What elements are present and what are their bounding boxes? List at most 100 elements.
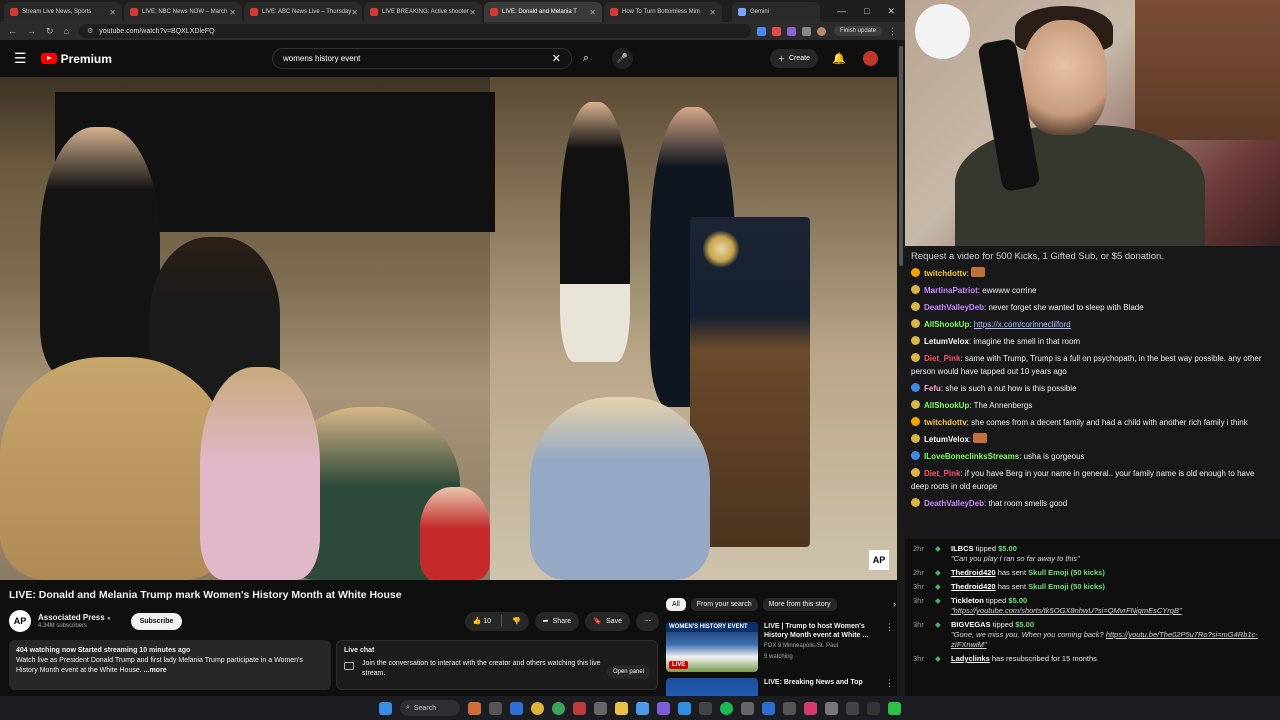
browser-menu-icon[interactable]: ⋮ (888, 26, 897, 37)
extension-icon[interactable] (801, 26, 811, 36)
more-link[interactable]: ...more (144, 667, 167, 674)
recommendation-title[interactable]: LIVE | Trump to host Women's History Mon… (764, 622, 885, 640)
close-tab-icon[interactable]: ✕ (229, 8, 236, 17)
channel-avatar[interactable]: AP (9, 610, 31, 632)
site-info-icon[interactable]: ⚙ (87, 27, 93, 35)
channel-name[interactable]: Associated Press ● (38, 613, 111, 622)
event-user[interactable]: BIGVEGAS (951, 620, 991, 629)
recommendation-thumbnail[interactable] (666, 678, 758, 696)
chat-username[interactable]: twitchdottv (924, 269, 967, 278)
event-user[interactable]: Thedroid420 (951, 582, 996, 591)
back-icon[interactable]: ← (8, 26, 17, 36)
app-icon[interactable] (636, 701, 649, 715)
browser-tab[interactable]: Stream Live News, Sports ✕ (4, 2, 122, 22)
recommendation-item[interactable]: WOMEN'S HISTORY EVENT LIVE LIVE | Trump … (666, 622, 894, 672)
chat-username[interactable]: ILoveBoneclinksStreams (924, 452, 1019, 461)
taskbar-search[interactable]: ⌕ Search (400, 700, 460, 716)
chip-all[interactable]: All (666, 597, 686, 611)
chat-username[interactable]: LetumVelox (924, 435, 969, 444)
app-icon[interactable] (888, 701, 901, 715)
windows-start-icon[interactable] (379, 701, 392, 715)
close-tab-icon[interactable]: ✕ (469, 8, 476, 17)
chat-username[interactable]: Diet_Pink (924, 469, 960, 478)
recommendation-thumbnail[interactable]: WOMEN'S HISTORY EVENT LIVE (666, 622, 758, 672)
search-button[interactable]: ⌕ (574, 48, 598, 69)
app-icon[interactable] (846, 701, 859, 715)
reload-icon[interactable]: ↻ (46, 26, 54, 37)
app-icon[interactable] (657, 701, 670, 715)
chrome-icon[interactable] (552, 701, 565, 715)
voice-search-button[interactable]: 🎤 (612, 48, 633, 69)
scrollbar-thumb[interactable] (899, 46, 903, 266)
close-tab-icon[interactable]: ✕ (351, 8, 358, 17)
event-user[interactable]: Tickleton (951, 596, 984, 605)
extension-icon[interactable] (786, 26, 796, 36)
recommendation-item[interactable]: LIVE: Breaking News and Top ⋮ (666, 678, 894, 696)
clear-search-icon[interactable]: ✕ (552, 52, 561, 65)
chat-username[interactable]: AllShookUp (924, 401, 969, 410)
subscribe-button[interactable]: Subscribe (130, 612, 183, 630)
chat-username[interactable]: LetumVelox (924, 337, 969, 346)
maximize-icon[interactable]: □ (864, 6, 869, 17)
event-user[interactable]: ILBCS (951, 544, 974, 553)
browser-tab[interactable]: LIVE: NBC News NOW – March ✕ (124, 2, 242, 22)
finish-update-button[interactable]: Finish update (833, 26, 882, 36)
chrome-icon[interactable] (531, 701, 544, 715)
app-icon[interactable] (678, 701, 691, 715)
spotify-icon[interactable] (720, 701, 733, 715)
minimize-icon[interactable]: — (837, 6, 846, 17)
more-vertical-icon[interactable]: ⋮ (885, 622, 894, 672)
video-player[interactable]: AP (0, 77, 897, 580)
chip-from-your-search[interactable]: From your search (690, 597, 758, 611)
file-explorer-icon[interactable] (489, 701, 502, 715)
app-icon[interactable] (762, 701, 775, 715)
notifications-bell-icon[interactable]: 🔔 (832, 52, 846, 65)
event-user[interactable]: Ladyclinks (951, 654, 990, 663)
app-icon[interactable] (825, 701, 838, 715)
recommendation-title[interactable]: LIVE: Breaking News and Top (764, 678, 885, 687)
chat-username[interactable]: twitchdottv (924, 418, 967, 427)
home-icon[interactable]: ⌂ (64, 26, 69, 36)
more-actions-button[interactable]: ⋯ (636, 611, 659, 631)
chat-username[interactable]: Fefu (924, 384, 941, 393)
chat-username[interactable]: Diet_Pink (924, 354, 960, 363)
open-panel-button[interactable]: Open panel (606, 665, 650, 679)
extension-icon[interactable] (756, 26, 766, 36)
app-icon[interactable] (594, 701, 607, 715)
folder-icon[interactable] (615, 701, 628, 715)
extension-icon[interactable] (771, 26, 781, 36)
share-button[interactable]: ➦ Share (534, 611, 580, 631)
forward-icon[interactable]: → (27, 26, 36, 36)
close-tab-icon[interactable]: ✕ (709, 8, 716, 17)
chat-username[interactable]: MartinaPatriot (924, 286, 978, 295)
recommendation-channel[interactable]: FOX 9 Minneapolis-St. Paul (764, 642, 885, 651)
like-button[interactable]: 👍 10 (473, 617, 491, 625)
url-field[interactable]: ⚙ youtube.com/watch?v=BQXLXDleFQ (78, 24, 751, 38)
browser-tab[interactable]: LIVE: Donald and Melania T ✕ (484, 2, 602, 22)
profile-avatar-icon[interactable] (816, 26, 826, 36)
chip-more-from-this-story[interactable]: More from this story (762, 597, 837, 611)
browser-tab[interactable]: How To Turn Bottomless Mim ✕ (604, 2, 722, 22)
event-user[interactable]: Thedroid420 (951, 568, 996, 577)
dislike-button[interactable]: 👎 (512, 617, 521, 625)
save-button[interactable]: 🔖 Save (585, 611, 630, 631)
close-window-icon[interactable]: ✕ (887, 6, 895, 17)
close-tab-icon[interactable]: ✕ (109, 8, 116, 17)
search-input[interactable]: womens history event ✕ (272, 48, 572, 69)
create-button[interactable]: ＋ Create (770, 49, 819, 68)
app-icon[interactable] (699, 701, 712, 715)
chat-username[interactable]: DeathValleyDeb (924, 499, 984, 508)
event-message-link[interactable]: "https://youtube.com/shorts/tk5OGX8nhwU?… (951, 606, 1182, 615)
app-icon[interactable] (741, 701, 754, 715)
app-icon[interactable] (783, 701, 796, 715)
app-icon[interactable] (867, 701, 880, 715)
video-description[interactable]: 404 watching now Started streaming 10 mi… (9, 640, 331, 690)
chevron-right-icon[interactable]: › (893, 599, 896, 609)
browser-tab[interactable]: LIVE: ABC News Live – Thursday ✕ (244, 2, 362, 22)
tab-gemini[interactable]: Gemini (732, 2, 820, 22)
chat-username[interactable]: DeathValleyDeb (924, 303, 984, 312)
browser-tab[interactable]: LIVE BREAKING: Active shooter ✕ (364, 2, 482, 22)
chat-link[interactable]: https://x.com/corinneclilford (974, 320, 1071, 329)
map-pin-icon[interactable] (804, 701, 817, 715)
menu-icon[interactable]: ☰ (14, 50, 27, 67)
